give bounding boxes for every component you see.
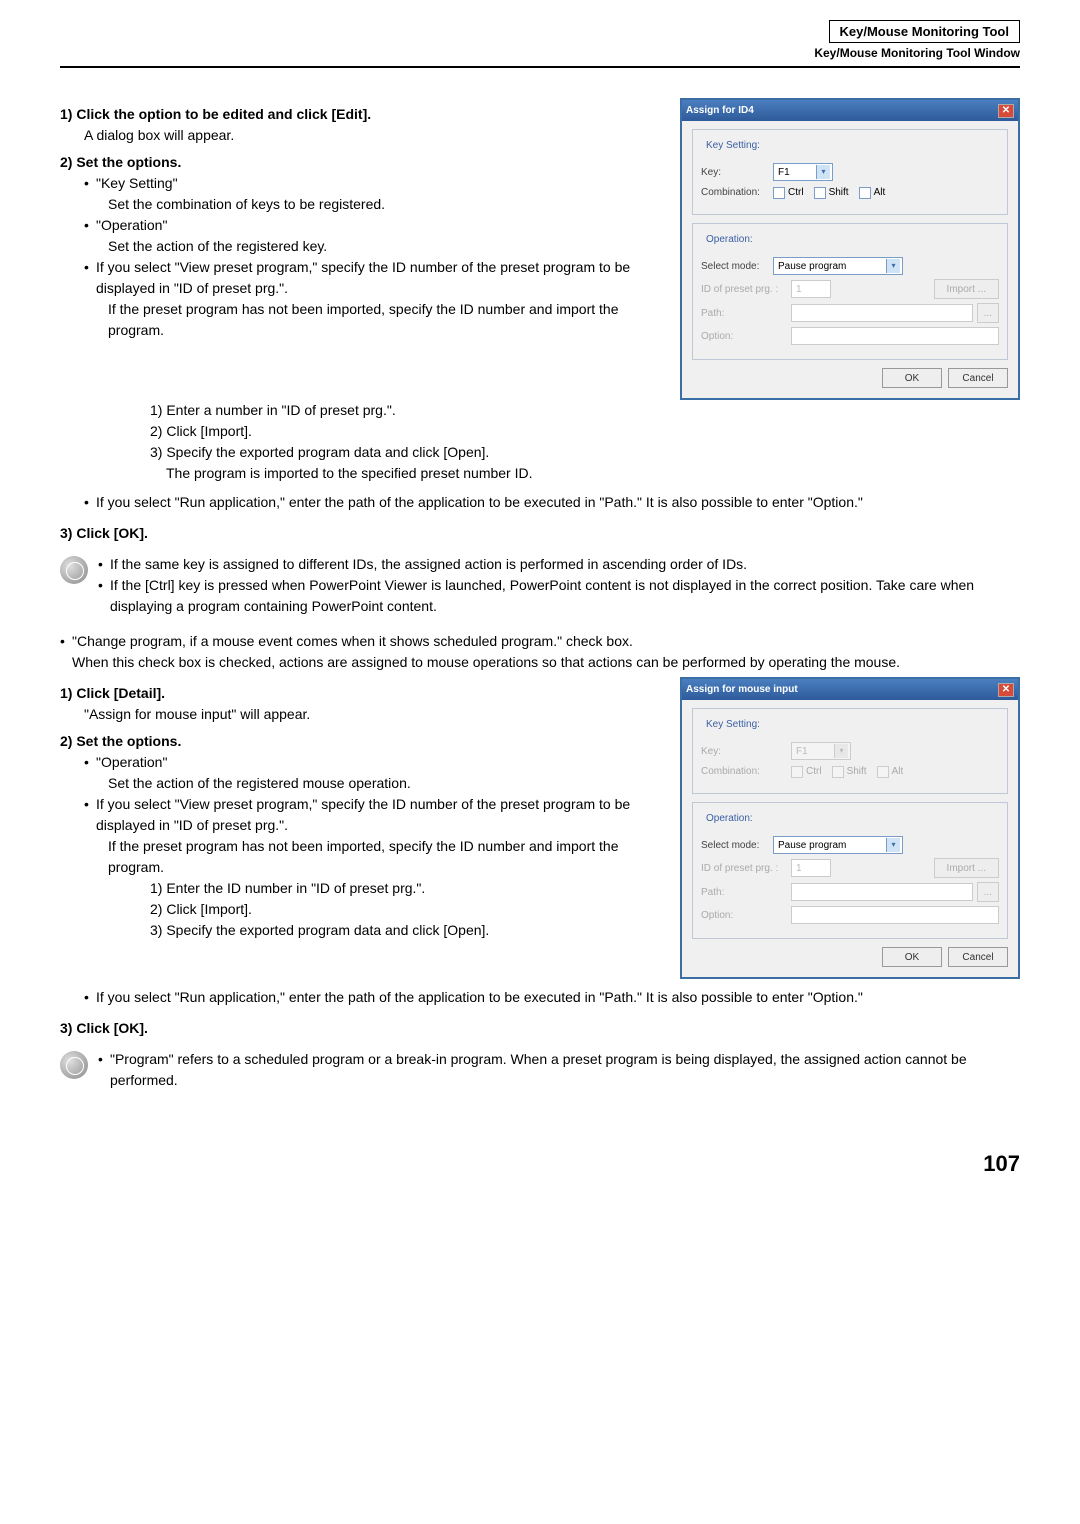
selectmode-select[interactable]: Pause program ▾ [773,257,903,275]
s2-step-3: 3) Click [OK]. [60,1018,1020,1039]
d2-ctrl-checkbox [791,766,803,778]
ok-button[interactable]: OK [882,368,942,388]
s2-preset-b: If the preset program has not been impor… [108,836,660,878]
dialog1-title: Assign for ID4 [686,103,754,118]
d2-import-button[interactable]: Import ... [934,858,999,878]
combination-label: Combination: [701,185,773,200]
d2-ok-button[interactable]: OK [882,947,942,967]
note-2: If the [Ctrl] key is pressed when PowerP… [110,575,1020,617]
header-subtitle: Key/Mouse Monitoring Tool Window [814,46,1020,60]
s2-substep-2: 2) Click [Import]. [150,899,660,920]
ctrl-checkbox[interactable] [773,187,785,199]
key-label: Key: [701,165,773,180]
substep-1: 1) Enter a number in "ID of preset prg."… [150,400,1020,421]
page-header: Key/Mouse Monitoring Tool Key/Mouse Moni… [814,20,1020,60]
substep-3: 3) Specify the exported program data and… [150,442,1020,463]
shift-checkbox[interactable] [814,187,826,199]
s2-preset-a: If you select "View preset program," spe… [96,794,660,836]
key-select[interactable]: F1 ▾ [773,163,833,181]
s2-operation-desc: Set the action of the registered mouse o… [108,773,660,794]
assign-mouse-dialog: Assign for mouse input ✕ Key Setting: Ke… [680,677,1020,979]
operation-legend: Operation: [703,232,756,247]
d2-shift-checkbox [832,766,844,778]
preset-desc-a: If you select "View preset program," spe… [96,257,660,299]
d2-path-label: Path: [701,885,791,900]
substep-3-sub: The program is imported to the specified… [166,463,1020,484]
d2-path-input[interactable] [791,883,973,901]
d2-cancel-button[interactable]: Cancel [948,947,1008,967]
note-icon [60,556,88,584]
header-rule [60,66,1020,68]
key-setting-label: "Key Setting" [96,173,178,194]
d2-alt-checkbox [877,766,889,778]
d2-idpreset-input[interactable]: 1 [791,859,831,877]
substep-2: 2) Click [Import]. [150,421,1020,442]
step-1-note: A dialog box will appear. [84,125,660,146]
d2-option-input[interactable] [791,906,999,924]
s2-substep-1: 1) Enter the ID number in "ID of preset … [150,878,660,899]
path-input[interactable] [791,304,973,322]
d2-key-select: F1 ▾ [791,742,851,760]
d2-key-label: Key: [701,744,791,759]
s2-step-2: 2) Set the options. [60,731,660,752]
d2-idpreset-label: ID of preset prg. : [701,861,791,876]
d2-combination-label: Combination: [701,764,791,779]
dialog2-title: Assign for mouse input [686,682,798,697]
s2-operation-label: "Operation" [96,752,167,773]
d2-option-label: Option: [701,908,791,923]
s2-substep-3: 3) Specify the exported program data and… [150,920,660,941]
cancel-button[interactable]: Cancel [948,368,1008,388]
run-app-note: If you select "Run application," enter t… [96,492,863,513]
s2-step-1-note: "Assign for mouse input" will appear. [84,704,660,725]
key-setting-desc: Set the combination of keys to be regist… [108,194,660,215]
d2-key-setting-legend: Key Setting: [703,717,763,732]
close-icon[interactable]: ✕ [998,683,1014,697]
chevron-down-icon: ▾ [886,838,900,852]
page-number: 107 [60,1151,1020,1177]
note-icon [60,1051,88,1079]
assign-id4-dialog: Assign for ID4 ✕ Key Setting: Key: F1 ▾ … [680,98,1020,400]
note-1: If the same key is assigned to different… [110,554,747,575]
operation-desc: Set the action of the registered key. [108,236,660,257]
d2-browse-button[interactable]: ... [977,882,999,902]
idpreset-label: ID of preset prg. : [701,282,791,297]
step-2: 2) Set the options. [60,152,660,173]
change-prog-label: "Change program, if a mouse event comes … [72,631,633,652]
chevron-down-icon: ▾ [816,165,830,179]
s2-note-1: "Program" refers to a scheduled program … [110,1049,1020,1091]
s2-step-1: 1) Click [Detail]. [60,683,660,704]
d2-operation-legend: Operation: [703,811,756,826]
chevron-down-icon: ▾ [834,744,848,758]
preset-desc-b: If the preset program has not been impor… [108,299,660,341]
selectmode-label: Select mode: [701,259,773,274]
operation-label: "Operation" [96,215,167,236]
option-label: Option: [701,329,791,344]
option-input[interactable] [791,327,999,345]
alt-checkbox[interactable] [859,187,871,199]
step-3: 3) Click [OK]. [60,523,1020,544]
import-button[interactable]: Import ... [934,279,999,299]
d2-selectmode-select[interactable]: Pause program ▾ [773,836,903,854]
header-title: Key/Mouse Monitoring Tool [829,20,1020,43]
step-1: 1) Click the option to be edited and cli… [60,104,660,125]
path-label: Path: [701,306,791,321]
d2-selectmode-label: Select mode: [701,838,773,853]
change-prog-desc: When this check box is checked, actions … [72,652,1020,673]
chevron-down-icon: ▾ [886,259,900,273]
idpreset-input[interactable]: 1 [791,280,831,298]
key-setting-legend: Key Setting: [703,138,763,153]
browse-button[interactable]: ... [977,303,999,323]
close-icon[interactable]: ✕ [998,104,1014,118]
s2-run-app-note: If you select "Run application," enter t… [96,987,863,1008]
